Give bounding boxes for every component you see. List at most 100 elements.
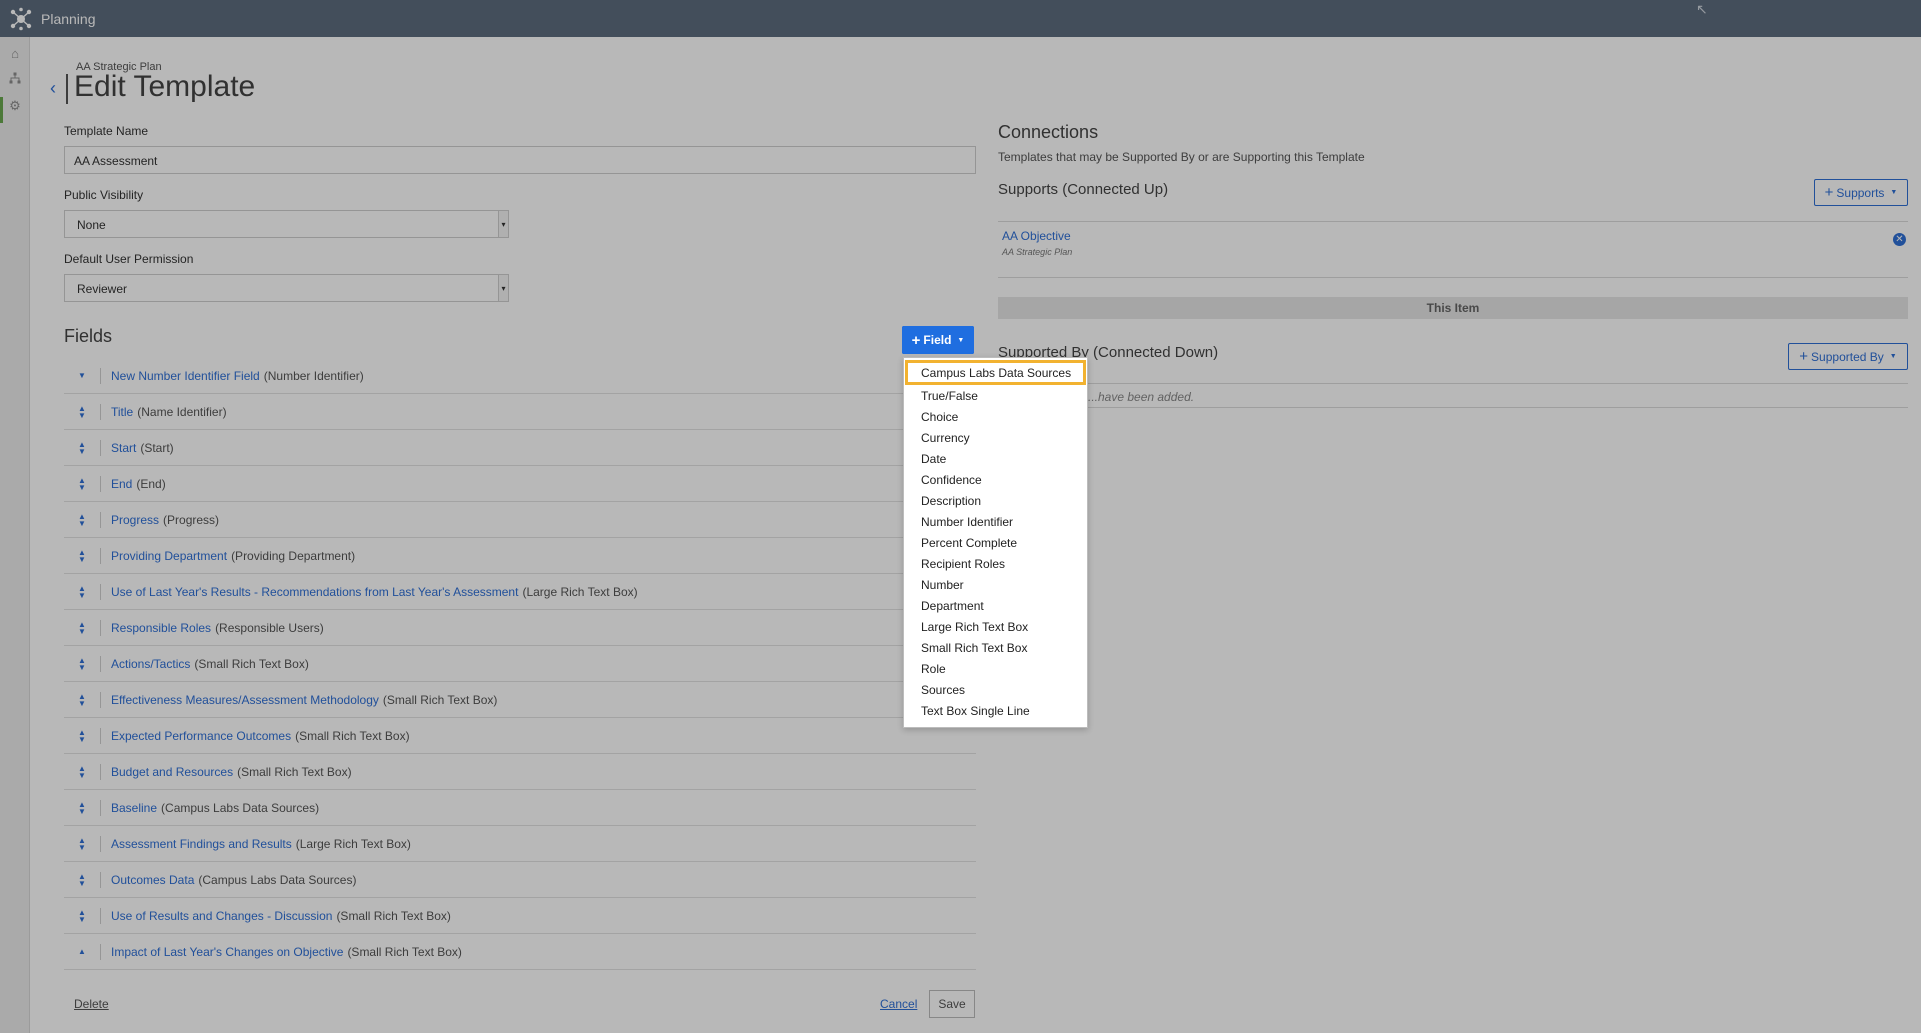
field-type-dropdown: Campus Labs Data Sources True/False Choice…	[903, 357, 1088, 728]
reorder-handle[interactable]: ▲ ▼	[73, 836, 91, 851]
add-supported-by-button[interactable]: + Supported By ▼	[1788, 343, 1908, 370]
dropdown-item[interactable]: Currency	[904, 427, 1087, 448]
move-down-icon[interactable]: ▼	[78, 411, 86, 419]
field-name-link[interactable]: Budget and Resources	[111, 765, 233, 779]
dropdown-item[interactable]: Role	[904, 658, 1087, 679]
add-supports-button[interactable]: + Supports ▼	[1814, 179, 1908, 206]
reorder-handle[interactable]: ▲ ▼	[73, 908, 91, 923]
field-name-link[interactable]: Actions/Tactics	[111, 657, 190, 671]
hierarchy-icon[interactable]	[7, 70, 23, 86]
row-separator	[100, 511, 101, 528]
dropdown-item[interactable]: Recipient Roles	[904, 553, 1087, 574]
field-type-label: (Large Rich Text Box)	[295, 836, 411, 851]
row-separator	[100, 871, 101, 888]
public-visibility-select[interactable]: None ▾	[64, 210, 509, 238]
reorder-handle[interactable]: ▲ ▼	[73, 692, 91, 707]
dropdown-item[interactable]: Small Rich Text Box	[904, 637, 1087, 658]
add-field-label: Field	[923, 333, 952, 347]
fields-list: ▼ New Number Identifier Field (Number Iden…	[64, 358, 976, 970]
dropdown-item[interactable]: Percent Complete	[904, 532, 1087, 553]
field-name-link[interactable]: Baseline	[111, 801, 157, 815]
field-type-label: (Campus Labs Data Sources)	[161, 800, 320, 815]
reorder-handle[interactable]: ▲ ▼	[73, 620, 91, 635]
move-down-icon[interactable]: ▼	[78, 555, 86, 563]
move-down-icon[interactable]: ▼	[78, 843, 86, 851]
field-name-link[interactable]: Assessment Findings and Results	[111, 837, 292, 851]
row-separator	[100, 727, 101, 744]
plus-icon: +	[1799, 348, 1809, 365]
reorder-handle[interactable]: ▲ ▼	[73, 548, 91, 563]
reorder-handle[interactable]: ▲ ▼	[73, 872, 91, 887]
reorder-handle[interactable]: ▲	[73, 948, 91, 956]
supports-item-link[interactable]: AA Objective	[1002, 229, 1071, 243]
add-field-button-active[interactable]: + Field ▼	[902, 326, 974, 354]
field-name-link[interactable]: Responsible Roles	[111, 621, 211, 635]
dropdown-item[interactable]: Sources	[904, 679, 1087, 700]
mouse-cursor-icon: ↖	[1696, 1, 1708, 17]
move-down-icon[interactable]: ▼	[78, 807, 86, 815]
dropdown-item[interactable]: Confidence	[904, 469, 1087, 490]
field-name-link[interactable]: Impact of Last Year's Changes on Objecti…	[111, 945, 343, 959]
move-down-icon[interactable]: ▼	[78, 627, 86, 635]
default-permission-select[interactable]: Reviewer ▾	[64, 274, 509, 302]
move-down-icon[interactable]: ▼	[78, 699, 86, 707]
reorder-handle[interactable]: ▼	[73, 372, 91, 380]
field-row: ▼ New Number Identifier Field (Number Iden…	[64, 358, 976, 394]
chevron-left-icon[interactable]: ‹	[50, 78, 56, 99]
field-name-link[interactable]: Outcomes Data	[111, 873, 194, 887]
dropdown-item[interactable]: True/False	[904, 385, 1087, 406]
save-button[interactable]: Save	[929, 990, 975, 1018]
field-name-link[interactable]: Effectiveness Measures/Assessment Method…	[111, 693, 379, 707]
reorder-handle[interactable]: ▲ ▼	[73, 404, 91, 419]
dropdown-item[interactable]: Number	[904, 574, 1087, 595]
reorder-handle[interactable]: ▲ ▼	[73, 800, 91, 815]
field-name-link[interactable]: New Number Identifier Field	[111, 369, 260, 383]
row-separator	[100, 619, 101, 636]
reorder-handle[interactable]: ▲ ▼	[73, 476, 91, 491]
left-rail: ⌂ ⚙	[0, 37, 30, 1033]
home-icon[interactable]: ⌂	[7, 45, 23, 61]
reorder-handle[interactable]: ▲ ▼	[73, 440, 91, 455]
cancel-link[interactable]: Cancel	[880, 997, 917, 1011]
move-down-icon[interactable]: ▼	[78, 771, 86, 779]
move-down-icon[interactable]: ▼	[78, 483, 86, 491]
app-logo-icon[interactable]	[9, 7, 33, 31]
supported-by-empty-text: ...have been added.	[1088, 390, 1195, 404]
field-name-link[interactable]: Start	[111, 441, 136, 455]
field-name-link[interactable]: Use of Last Year's Results - Recommendat…	[111, 585, 518, 599]
reorder-handle[interactable]: ▲ ▼	[73, 584, 91, 599]
dropdown-item[interactable]: Description	[904, 490, 1087, 511]
move-down-icon[interactable]: ▼	[78, 447, 86, 455]
delete-link[interactable]: Delete	[74, 997, 109, 1011]
field-name-link[interactable]: Title	[111, 405, 133, 419]
row-separator	[100, 943, 101, 960]
move-down-icon[interactable]: ▼	[78, 372, 86, 380]
move-down-icon[interactable]: ▼	[78, 735, 86, 743]
field-name-link[interactable]: Use of Results and Changes - Discussion	[111, 909, 332, 923]
dropdown-item[interactable]: Number Identifier	[904, 511, 1087, 532]
field-name-link[interactable]: Providing Department	[111, 549, 227, 563]
dropdown-item[interactable]: Text Box Single Line	[904, 700, 1087, 721]
reorder-handle[interactable]: ▲ ▼	[73, 728, 91, 743]
dropdown-item[interactable]: Choice	[904, 406, 1087, 427]
field-name-link[interactable]: Expected Performance Outcomes	[111, 729, 291, 743]
template-name-input[interactable]: AA Assessment	[64, 146, 976, 174]
dropdown-item[interactable]: Large Rich Text Box	[904, 616, 1087, 637]
move-down-icon[interactable]: ▼	[78, 663, 86, 671]
field-name-link[interactable]: Progress	[111, 513, 159, 527]
reorder-handle[interactable]: ▲ ▼	[73, 656, 91, 671]
move-down-icon[interactable]: ▼	[78, 591, 86, 599]
remove-connection-icon[interactable]: ✕	[1893, 233, 1906, 246]
gear-icon[interactable]: ⚙	[7, 98, 23, 114]
move-down-icon[interactable]: ▼	[78, 879, 86, 887]
reorder-handle[interactable]: ▲ ▼	[73, 764, 91, 779]
move-down-icon[interactable]: ▼	[78, 519, 86, 527]
dropdown-item[interactable]: Department	[904, 595, 1087, 616]
dropdown-item[interactable]: Campus Labs Data Sources	[905, 360, 1086, 385]
dropdown-item[interactable]: Date	[904, 448, 1087, 469]
connections-title: Connections	[998, 122, 1099, 142]
reorder-handle[interactable]: ▲ ▼	[73, 512, 91, 527]
move-down-icon[interactable]: ▼	[78, 915, 86, 923]
field-name-link[interactable]: End	[111, 477, 132, 491]
move-up-icon[interactable]: ▲	[78, 948, 86, 956]
